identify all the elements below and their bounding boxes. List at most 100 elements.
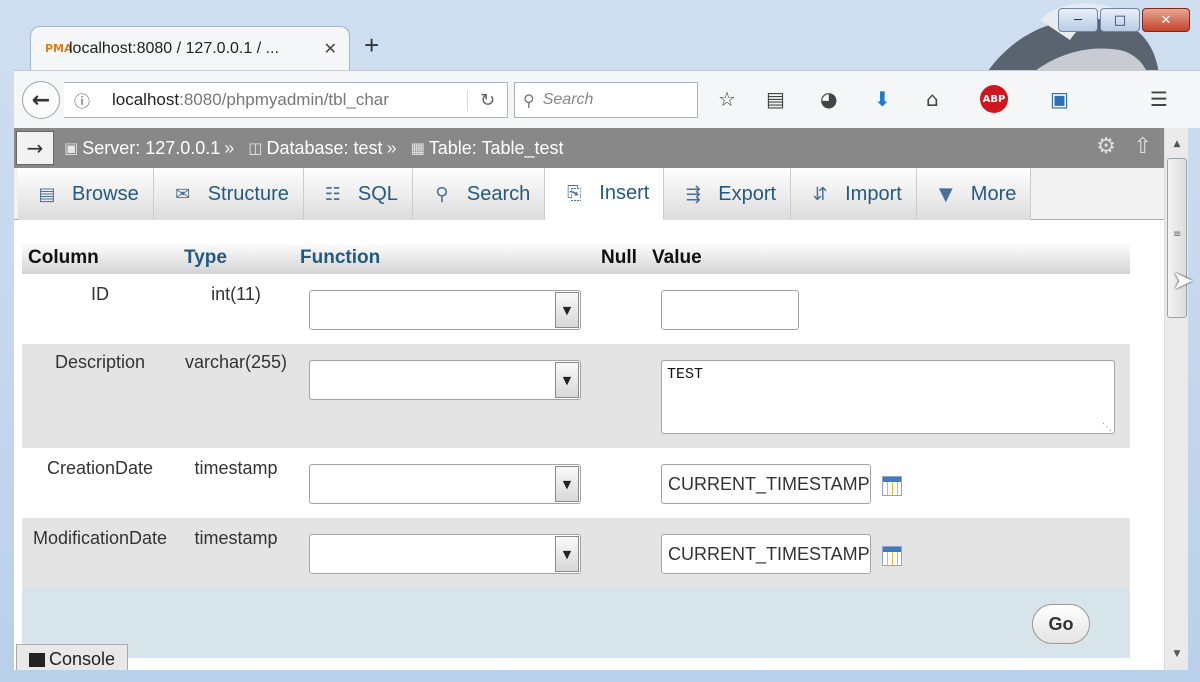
download-icon[interactable]: ⬇ <box>874 87 891 111</box>
address-bar[interactable]: ⓘ localhost:8080/phpmyadmin/tbl_char ↻ <box>64 82 508 118</box>
column-type: int(11) <box>211 284 261 304</box>
function-select[interactable]: ▼ <box>309 464 581 504</box>
mouse-cursor-icon: ➤ <box>1172 266 1194 296</box>
extension-icon[interactable]: ▣ <box>1050 87 1069 111</box>
tab-sql[interactable]: ☷ SQL <box>303 168 413 220</box>
window-controls: ─ □ ✕ <box>1058 8 1190 32</box>
chevron-down-icon[interactable]: ▼ <box>555 466 579 502</box>
column-name: ID <box>91 284 109 304</box>
maximize-button[interactable]: □ <box>1100 8 1140 32</box>
reading-list-icon[interactable]: ▤ <box>766 87 785 111</box>
menu-hamburger-icon[interactable]: ☰ <box>1150 87 1168 111</box>
chevron-down-icon[interactable]: ▼ <box>555 292 579 328</box>
table-icon: ▦ <box>410 139 425 157</box>
header-null: Null <box>601 247 637 268</box>
column-name: CreationDate <box>46 458 154 478</box>
chevron-down-icon[interactable]: ▼ <box>555 536 579 572</box>
function-select[interactable]: ▼ <box>309 290 581 330</box>
browser-window: ─ □ ✕ PMA localhost:8080 / 127.0.0.1 / .… <box>0 0 1200 682</box>
column-type: timestamp <box>194 528 278 548</box>
column-type: varchar(255) <box>184 352 288 372</box>
breadcrumb-table[interactable]: Table: Table_test <box>429 138 564 159</box>
reload-button[interactable]: ↻ <box>467 89 507 111</box>
column-type: timestamp <box>194 458 278 478</box>
tab-export[interactable]: ⇶ Export <box>664 168 792 220</box>
info-icon[interactable]: ⓘ <box>64 88 100 112</box>
tab-more[interactable]: ▼ More <box>916 168 1032 220</box>
console-toggle[interactable]: Console <box>16 644 128 670</box>
table-tabs: ▤ Browse ✉ Structure ☷ SQL ⚲ Search ⎘ Insert … <box>14 168 1164 220</box>
breadcrumb-separator: » <box>386 137 397 158</box>
back-button[interactable]: ← <box>22 81 60 119</box>
export-icon: ⇶ <box>685 183 701 205</box>
breadcrumb-separator: » <box>224 137 235 158</box>
vertical-scrollbar[interactable]: ▲ ≡ ▼ <box>1164 128 1188 670</box>
tab-browse[interactable]: ▤ Browse <box>18 168 154 220</box>
server-icon: ▣ <box>64 139 79 157</box>
new-tab-button[interactable]: + <box>364 30 379 61</box>
go-button[interactable]: Go <box>1032 604 1090 644</box>
chevron-down-icon[interactable]: ▼ <box>555 362 579 398</box>
browser-tab[interactable]: PMA localhost:8080 / 127.0.0.1 / ... ✕ <box>30 26 350 70</box>
tab-import[interactable]: ⇵ Import <box>791 168 917 220</box>
console-label: Console <box>49 649 116 669</box>
scroll-down-icon[interactable]: ▼ <box>1167 644 1187 664</box>
header-function[interactable]: Function <box>300 247 380 269</box>
scroll-top-icon[interactable]: ⇧ <box>1134 134 1152 159</box>
home-icon[interactable]: ⌂ <box>926 87 939 111</box>
tab-structure[interactable]: ✉ Structure <box>153 168 304 220</box>
table-header: Column Type Function Null Value <box>22 242 1130 274</box>
search-icon: ⚲ <box>523 90 535 110</box>
tab-search[interactable]: ⚲ Search <box>412 168 546 220</box>
search-input[interactable]: ⚲ Search <box>514 82 698 118</box>
page-content: → ▣ Server: 127.0.0.1 » ◫ Database: test… <box>14 128 1164 670</box>
breadcrumb-database[interactable]: Database: test <box>266 138 382 159</box>
search-icon: ⚲ <box>435 183 449 205</box>
resize-grip-icon[interactable]: ⋱ <box>1102 422 1112 433</box>
function-select[interactable]: ▼ <box>309 534 581 574</box>
table-row: ModificationDate timestamp ▼ CURRENT_TIM… <box>22 518 1130 588</box>
sql-icon: ☷ <box>324 183 341 205</box>
breadcrumb-server[interactable]: Server: 127.0.0.1 <box>82 138 220 159</box>
insert-form: Column Type Function Null Value ID int(1… <box>22 242 1130 658</box>
navigation-toolbar: ← ⓘ localhost:8080/phpmyadmin/tbl_char ↻… <box>14 70 1200 128</box>
value-textarea[interactable]: TEST ⋱ <box>661 360 1115 434</box>
tab-close-icon[interactable]: ✕ <box>324 39 337 59</box>
header-column: Column <box>28 247 99 268</box>
header-type[interactable]: Type <box>184 247 227 269</box>
function-select[interactable]: ▼ <box>309 360 581 400</box>
tab-insert[interactable]: ⎘ Insert <box>545 168 665 220</box>
console-icon <box>29 652 45 667</box>
value-input[interactable] <box>661 290 799 330</box>
bookmark-star-icon[interactable]: ☆ <box>718 87 736 111</box>
adblock-plus-icon[interactable]: ABP <box>980 85 1008 113</box>
pocket-icon[interactable]: ◕ <box>820 87 837 111</box>
column-name: ModificationDate <box>32 528 168 548</box>
settings-gear-icon[interactable]: ⚙ <box>1096 134 1116 159</box>
url-text[interactable]: localhost:8080/phpmyadmin/tbl_char <box>100 90 467 110</box>
minimize-button[interactable]: ─ <box>1058 8 1098 32</box>
form-footer: Go <box>22 588 1130 658</box>
structure-icon: ✉ <box>175 183 191 205</box>
database-icon: ◫ <box>248 139 263 157</box>
value-input[interactable]: CURRENT_TIMESTAMP <box>661 534 871 574</box>
more-icon: ▼ <box>938 183 953 205</box>
import-icon: ⇵ <box>812 183 828 205</box>
header-value: Value <box>652 247 702 268</box>
pma-breadcrumb-bar: → ▣ Server: 127.0.0.1 » ◫ Database: test… <box>14 128 1164 168</box>
table-row: Description varchar(255) ▼ TEST ⋱ <box>22 344 1130 448</box>
collapse-navigation-button[interactable]: → <box>16 131 54 165</box>
scroll-up-icon[interactable]: ▲ <box>1167 134 1187 154</box>
calendar-icon[interactable] <box>882 546 902 566</box>
table-row: CreationDate timestamp ▼ CURRENT_TIMESTA… <box>22 448 1130 518</box>
search-placeholder: Search <box>542 91 594 108</box>
column-name: Description <box>54 352 146 372</box>
phpmyadmin-favicon-icon: PMA <box>45 42 73 55</box>
close-button[interactable]: ✕ <box>1142 8 1190 32</box>
browse-icon: ▤ <box>38 183 56 205</box>
tab-title: localhost:8080 / 127.0.0.1 / ... <box>69 39 279 57</box>
calendar-icon[interactable] <box>882 476 902 496</box>
table-row: ID int(11) ▼ <box>22 274 1130 344</box>
value-input[interactable]: CURRENT_TIMESTAMP <box>661 464 871 504</box>
insert-icon: ⎘ <box>567 183 582 204</box>
